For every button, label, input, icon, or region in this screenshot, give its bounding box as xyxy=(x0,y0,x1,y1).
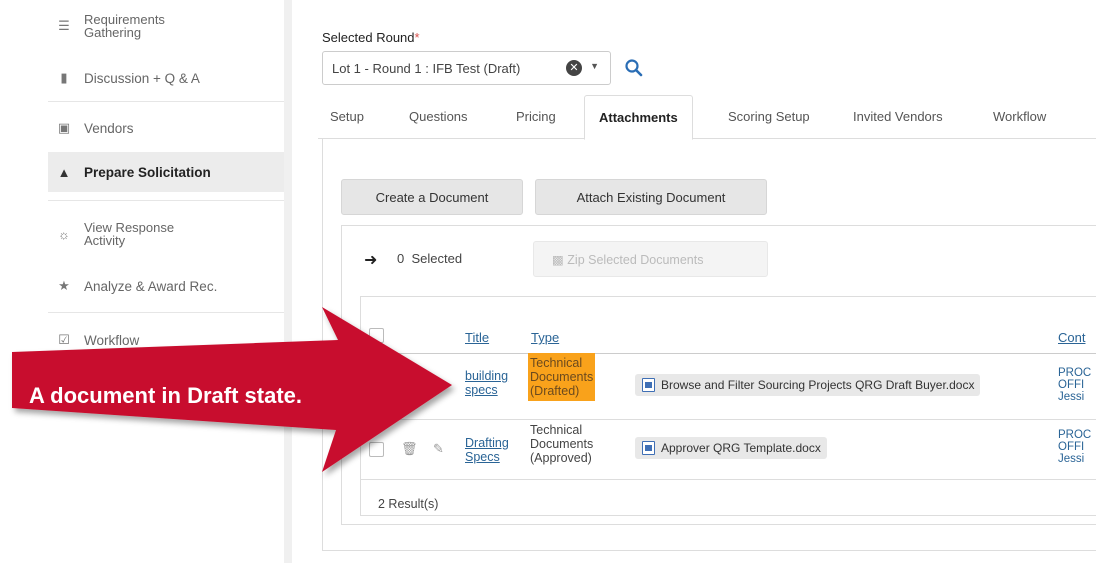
binoculars-icon: ☼ xyxy=(58,226,70,242)
results-count: 2 Result(s) xyxy=(378,497,439,511)
share-arrow-icon[interactable]: ➜ xyxy=(364,250,377,270)
zip-selected-documents-button[interactable]: ▩ Zip Selected Documents xyxy=(533,241,768,277)
sidebar-item-analyze-award[interactable]: ★ Analyze & Award Rec. xyxy=(48,268,284,304)
sidebar-item-discussion[interactable]: ▮ Discussion + Q & A xyxy=(48,60,284,96)
row-checkbox[interactable] xyxy=(369,375,384,390)
select-all-checkbox[interactable] xyxy=(369,328,384,343)
trophy-icon: ★ xyxy=(58,278,70,293)
tab-invited-vendors[interactable]: Invited Vendors xyxy=(849,95,947,139)
document-title-link[interactable]: building specs xyxy=(465,369,508,397)
tab-questions[interactable]: Questions xyxy=(405,95,472,139)
selected-count: 0 Selected xyxy=(397,251,463,266)
word-document-icon xyxy=(642,378,655,392)
sidebar-item-requirements-gathering[interactable]: ☰ Requirements Gathering xyxy=(48,8,284,44)
zip-file-icon: ▩ xyxy=(552,253,564,267)
tab-attachments[interactable]: Attachments xyxy=(584,95,693,140)
sidebar-item-label: Activity xyxy=(84,233,126,248)
tab-scoring-setup[interactable]: Scoring Setup xyxy=(724,95,814,139)
round-select-value: Lot 1 - Round 1 : IFB Test (Draft) xyxy=(332,60,521,76)
documents-table: Title Type Cont building specs Technical D… xyxy=(360,296,1096,516)
document-file-chip[interactable]: Browse and Filter Sourcing Projects QRG … xyxy=(635,374,981,396)
sidebar: ☰ Requirements Gathering ▮ Discussion + Q… xyxy=(48,0,284,563)
sidebar-item-label: Vendors xyxy=(84,120,134,136)
tab-bar: Setup Questions Pricing Attachments Scor… xyxy=(318,95,1096,140)
tab-pricing[interactable]: Pricing xyxy=(512,95,560,139)
trash-icon[interactable]: 🗑 xyxy=(401,441,418,457)
sidebar-item-label: Workflow xyxy=(84,332,140,348)
sidebar-item-vendors[interactable]: ▣ Vendors xyxy=(48,110,284,146)
sidebar-divider xyxy=(48,312,284,313)
word-document-icon xyxy=(642,441,655,455)
documents-container: ➜ 0 Selected ▩ Zip Selected Documents Ti… xyxy=(341,225,1096,525)
sidebar-divider xyxy=(48,101,284,102)
sidebar-item-workflow[interactable]: ☑ Workflow xyxy=(48,322,284,358)
column-header-contact[interactable]: Cont xyxy=(1058,330,1085,345)
sidebar-item-label: Analyze & Award Rec. xyxy=(84,278,218,294)
truck-icon: ▣ xyxy=(57,120,71,135)
contact-cell[interactable]: PROC OFFI Jessi xyxy=(1058,429,1091,465)
clear-icon[interactable]: ✕ xyxy=(566,60,582,76)
sidebar-item-label: Prepare Solicitation xyxy=(84,164,211,180)
comments-icon: ▮ xyxy=(60,70,68,85)
callout-text: A document in Draft state. xyxy=(29,383,302,408)
sidebar-item-prepare-solicitation[interactable]: ▲ Prepare Solicitation xyxy=(48,152,284,192)
column-header-title[interactable]: Title xyxy=(465,330,489,345)
main-content: Selected Round* Lot 1 - Round 1 : IFB Te… xyxy=(292,0,1096,563)
attachments-panel: Create a Document Attach Existing Docume… xyxy=(322,139,1096,551)
sidebar-border xyxy=(284,0,292,563)
selected-round-label: Selected Round* xyxy=(322,30,420,45)
column-header-type[interactable]: Type xyxy=(531,330,559,345)
sidebar-item-label: Gathering xyxy=(84,25,142,40)
search-icon[interactable] xyxy=(623,57,645,79)
attach-existing-document-button[interactable]: Attach Existing Document xyxy=(535,179,767,215)
chevron-down-icon[interactable]: ▼ xyxy=(590,61,599,71)
sidebar-divider xyxy=(48,200,284,201)
document-type-approved: Technical Documents (Approved) xyxy=(530,423,594,465)
create-document-button[interactable]: Create a Document xyxy=(341,179,523,215)
tab-setup[interactable]: Setup xyxy=(326,95,368,139)
list-icon: ☰ xyxy=(58,18,70,33)
pencil-icon[interactable]: ✎ xyxy=(433,441,444,457)
row-checkbox[interactable] xyxy=(369,442,384,457)
checkbox-icon: ☑ xyxy=(58,332,70,347)
sidebar-item-label: Discussion + Q & A xyxy=(84,70,200,86)
round-select[interactable]: Lot 1 - Round 1 : IFB Test (Draft) ✕ ▼ xyxy=(322,51,611,85)
required-mark: * xyxy=(414,30,420,45)
tab-workflow[interactable]: Workflow xyxy=(989,95,1050,139)
document-file-chip[interactable]: Approver QRG Template.docx xyxy=(635,437,827,459)
document-title-link[interactable]: Drafting Specs xyxy=(465,436,509,464)
document-type-draft: Technical Documents (Drafted) xyxy=(528,353,596,401)
folder-open-icon: ▲ xyxy=(57,164,71,180)
sidebar-item-view-response-activity[interactable]: ☼ View Response Activity xyxy=(48,216,284,252)
contact-cell[interactable]: PROC OFFI Jessi xyxy=(1058,367,1091,403)
